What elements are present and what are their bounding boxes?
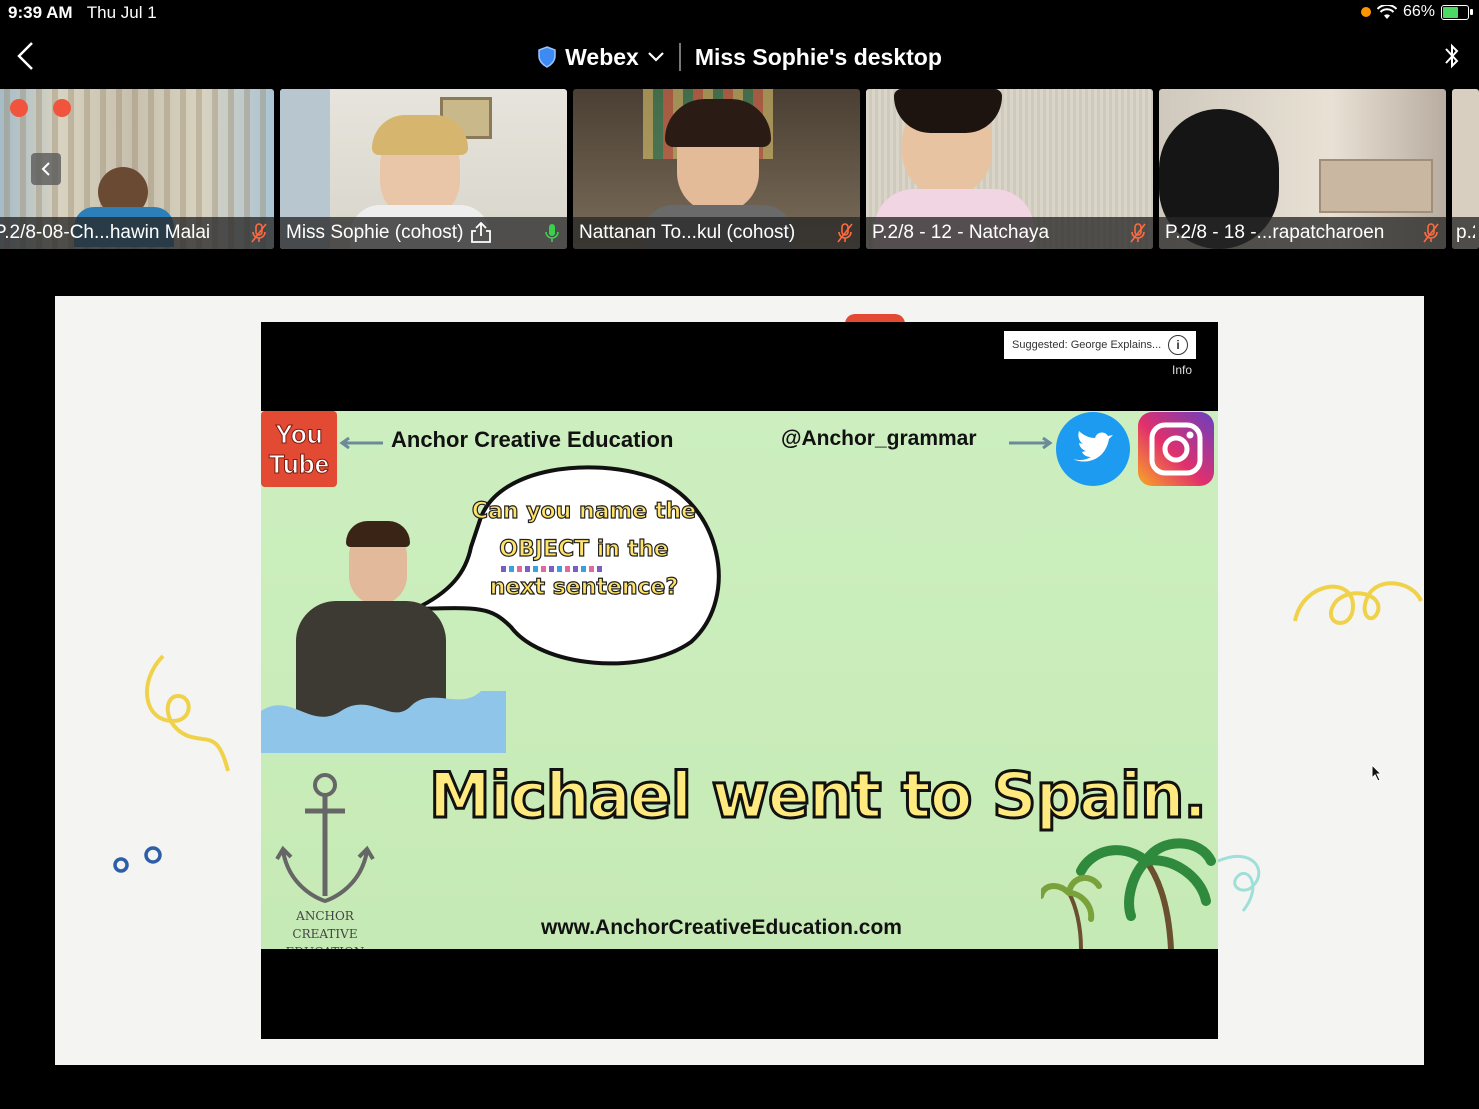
bubble-line: Can you name the (471, 498, 697, 524)
participant-name-bar: P.2/8 - 12 - Natchaya (866, 217, 1153, 249)
bubble-line: OBJECT in the (499, 536, 670, 562)
participant-name-bar: p.2 (1452, 217, 1479, 249)
share-title: Miss Sophie's desktop (694, 43, 942, 70)
logo-line: CREATIVE EDUCATION (286, 927, 365, 949)
swirl-decoration-icon (145, 654, 230, 772)
participant-name-bar: P.2/8 - 18 -...rapatcharoen (1159, 217, 1446, 249)
mic-muted-icon (837, 223, 853, 243)
status-date: Thu Jul 1 (86, 3, 157, 22)
dotted-underline (501, 566, 603, 572)
app-name: Webex (565, 43, 639, 70)
participant-tile[interactable]: Miss Sophie (cohost) (280, 89, 567, 249)
arrow-right-icon (1009, 437, 1053, 449)
youtube-tube: Tube (268, 449, 330, 480)
participant-name: p.2 (1456, 222, 1475, 243)
channel-name: Anchor Creative Education (391, 427, 674, 452)
mic-muted-icon (251, 223, 267, 243)
info-label: Info (1171, 363, 1192, 377)
battery-percent: 66% (1402, 3, 1435, 20)
mic-in-use-indicator (1360, 7, 1371, 17)
mic-muted-icon (1423, 223, 1439, 243)
bubble-text: Can you name the OBJECT in the next sent… (459, 493, 709, 607)
participant-name: P.2/8-08-Ch...hawin Malai (0, 222, 211, 243)
participant-name-bar: P.2/8-08-Ch...hawin Malai (0, 217, 274, 249)
battery-icon (1441, 4, 1473, 20)
palm-tree-icon (1041, 838, 1216, 949)
instagram-icon (1138, 412, 1214, 486)
video-player[interactable]: Suggested: George Explains... i Info You… (261, 322, 1218, 1039)
mic-muted-icon (1130, 223, 1146, 243)
participant-tile[interactable]: P.2/8 - 12 - Natchaya (866, 89, 1153, 249)
chevron-left-icon (41, 162, 50, 176)
logo-caption: ANCHOR CREATIVE EDUCATION (265, 907, 385, 949)
youtube-you: You (275, 419, 323, 450)
mic-active-icon (545, 224, 559, 242)
suggested-video-button[interactable]: Suggested: George Explains... i (1004, 331, 1196, 359)
recording-dot-icon (53, 99, 71, 117)
recording-dot-icon (10, 99, 28, 117)
anchor-logo-icon (275, 773, 375, 904)
youtube-logo: You Tube (261, 411, 337, 487)
participant-tile[interactable]: Nattanan To...kul (cohost) (573, 89, 860, 249)
status-indicators: 66% (1360, 3, 1473, 21)
swirl-decoration-icon (1293, 581, 1423, 625)
suggested-label: Suggested: George Explains... (1012, 339, 1162, 351)
status-time: 9:39 AM Thu Jul 1 (8, 3, 157, 22)
chevron-down-icon (648, 52, 664, 62)
participant-name: P.2/8 - 12 - Natchaya (872, 222, 1050, 243)
wifi-icon (1376, 4, 1397, 19)
wave-decoration-icon (261, 691, 506, 753)
participant-name-bar: Nattanan To...kul (cohost) (573, 217, 860, 249)
example-sentence: Michael went to Spain. (428, 758, 1209, 834)
participant-name: Nattanan To...kul (cohost) (579, 222, 796, 243)
participant-tile[interactable]: p.2 (1452, 89, 1479, 249)
twitter-icon (1056, 412, 1130, 486)
mouse-cursor-icon (1371, 764, 1383, 782)
participant-name: P.2/8 - 18 -...rapatcharoen (1165, 222, 1385, 243)
participant-strip: P.2/8-08-Ch...hawin Malai Miss Sophie (c… (0, 89, 1479, 249)
header-divider (678, 43, 681, 71)
webex-menu-button[interactable]: Webex (537, 44, 665, 71)
arrow-left-icon (339, 437, 383, 449)
share-icon (471, 222, 492, 243)
meeting-header: Webex Miss Sophie's desktop (0, 40, 1479, 74)
participant-name: Miss Sophie (cohost) (286, 222, 464, 243)
twitter-handle: @Anchor_grammar (781, 427, 977, 450)
swirl-decoration-icon (1217, 854, 1261, 912)
logo-line: ANCHOR (296, 909, 354, 923)
video-frame: You Tube Anchor Creative Education @Anch… (261, 411, 1218, 949)
bubble-line: next sentence? (489, 574, 679, 600)
strip-scroll-left-button[interactable] (31, 153, 61, 185)
shield-icon (538, 46, 556, 68)
participant-name-bar: Miss Sophie (cohost) (280, 217, 567, 249)
website-url: www.AnchorCreativeEducation.com (541, 916, 902, 939)
participant-tile[interactable]: P.2/8 - 18 -...rapatcharoen (1159, 89, 1446, 249)
rings-decoration-icon (113, 846, 162, 873)
bluetooth-icon[interactable] (1441, 40, 1463, 72)
shared-screen: Suggested: George Explains... i Info You… (55, 296, 1424, 1065)
info-icon: i (1168, 335, 1188, 355)
